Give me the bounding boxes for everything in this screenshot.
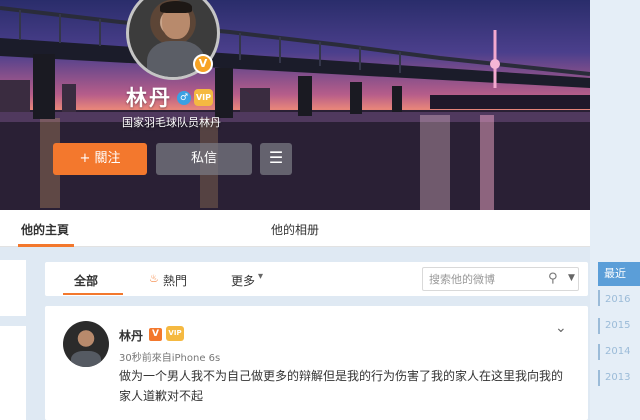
bridge-night-scene [0,6,590,210]
vip-icon: VIP [166,326,184,341]
timeline-header[interactable]: 最近 [598,262,640,286]
tab-home[interactable]: 他的主頁 [21,221,69,238]
vip-icon: VIP [194,89,213,106]
timeline-bar [598,370,600,386]
timeline-year[interactable]: 2016 [605,294,630,305]
feed-filter-bar: 全部 ♨ 熱門 更多 ▾ ⚲ ▼ [45,262,588,296]
active-tab-indicator [18,244,74,247]
search-box: ⚲ ▼ [422,267,579,291]
male-icon: ♂ [177,91,191,105]
profile-tabs: 他的主頁 他的相册 [0,210,590,247]
cover-banner [0,0,590,210]
profile-name: 林丹 [126,86,172,110]
verified-badge-icon: V [149,328,162,341]
weibo-post: 林丹 V VIP 30秒前來自iPhone 6s 做为一个男人我不为自己做更多的… [45,306,588,420]
timeline-bar [598,290,600,306]
profile-bio: 国家羽毛球队员林丹 [122,116,221,129]
menu-icon: ☰ [268,148,284,167]
active-filter-indicator [63,293,123,295]
message-button[interactable]: 私信 [156,143,252,175]
timeline-bar [598,318,600,334]
chevron-down-icon[interactable]: ▼ [568,273,575,283]
verified-badge-icon: V [193,54,213,74]
timeline-year[interactable]: 2013 [605,372,630,383]
timeline-bar [598,344,600,360]
follow-button[interactable]: + 關注 [53,143,147,175]
more-menu-button[interactable]: ☰ [260,143,292,175]
left-card [0,326,26,420]
timeline-year[interactable]: 2014 [605,346,630,357]
post-text: 做为一个男人我不为自己做更多的辩解但是我的行为伤害了我的家人在这里我向我的家人道… [119,369,564,403]
chevron-down-icon[interactable]: ⌄ [555,320,567,336]
fire-icon: ♨ [149,272,159,285]
post-avatar[interactable] [63,321,109,367]
post-meta: 30秒前來自iPhone 6s [119,353,221,364]
post-author[interactable]: 林丹 [119,327,143,344]
search-input[interactable] [429,271,539,287]
filter-more[interactable]: 更多 [231,272,255,289]
year-timeline: 最近 2016 2015 2014 2013 [598,262,640,420]
timeline-year[interactable]: 2015 [605,320,630,331]
left-card [0,260,26,316]
chevron-down-icon: ▾ [258,271,264,282]
tab-album[interactable]: 他的相册 [271,221,319,238]
filter-all[interactable]: 全部 [74,272,98,289]
search-icon[interactable]: ⚲ [548,271,558,286]
filter-hot[interactable]: 熱門 [163,272,187,289]
